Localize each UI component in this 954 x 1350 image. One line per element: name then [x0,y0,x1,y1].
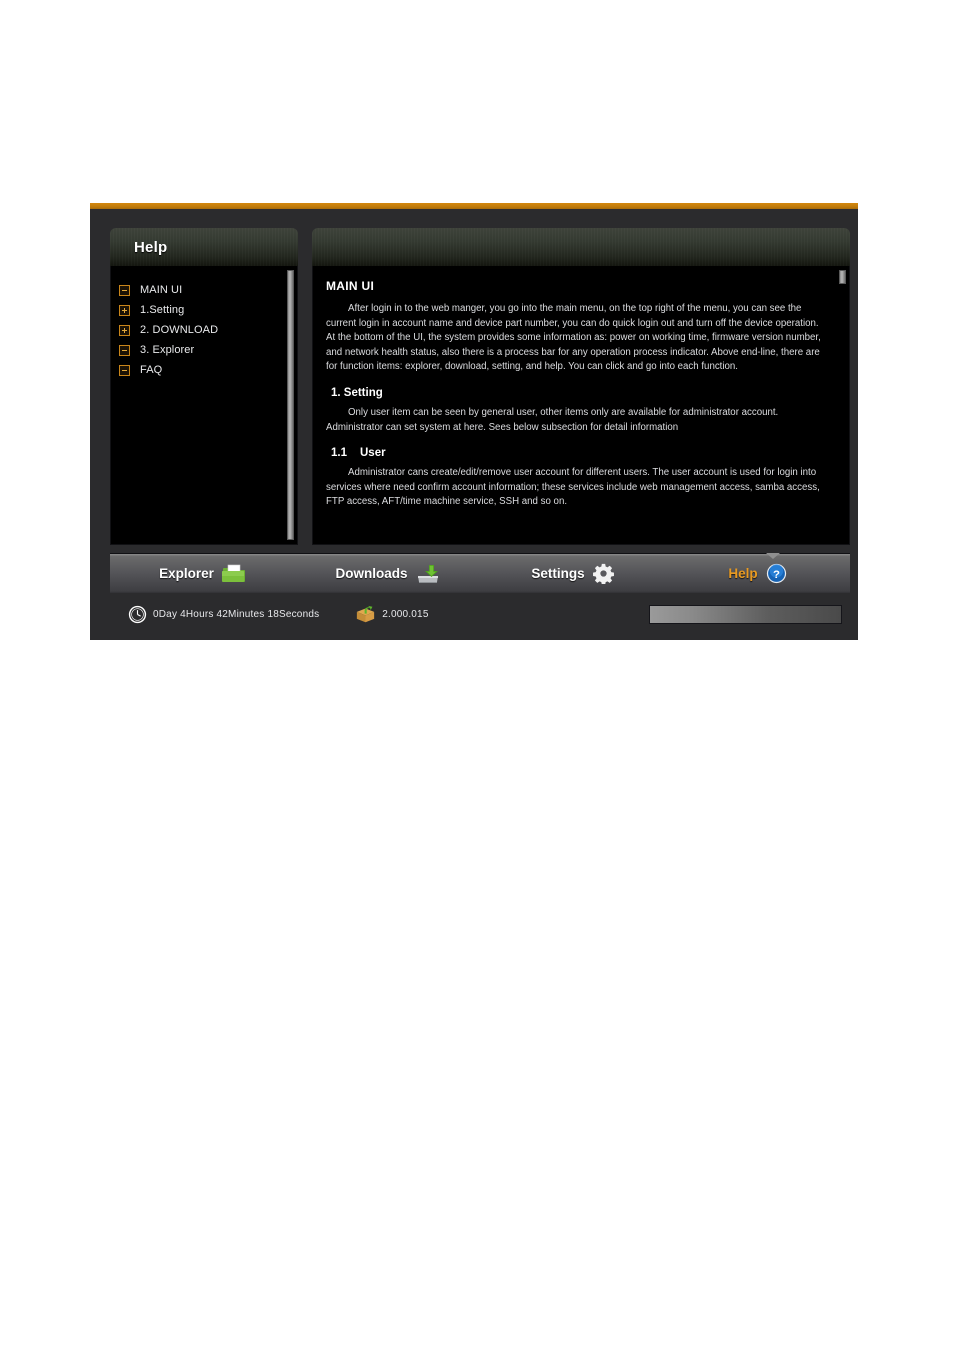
package-box-icon [355,605,376,624]
nav-tab-label: Explorer [159,566,214,581]
nav-panel-scrollbar[interactable] [287,270,294,540]
svg-text:?: ? [773,569,780,581]
title-accent-bar [90,203,858,209]
firmware-version-status: 2.000.015 [355,605,428,624]
nav-panel-header: Help [110,228,298,266]
tree-item-setting[interactable]: 1.Setting [119,300,297,320]
minus-box-icon[interactable] [119,344,130,356]
doc-paragraph-main-ui: After login in to the web manger, you go… [326,303,821,373]
tree-item-label: 2. DOWNLOAD [140,324,219,336]
download-drive-icon [416,564,440,584]
nav-tab-label: Downloads [335,566,408,581]
bottom-navigation-bar: Explorer Downloads Settings Help ? [110,553,850,593]
tree-item-label: 1.Setting [140,304,185,316]
nav-tab-explorer[interactable]: Explorer [110,554,295,593]
scrollbar-thumb[interactable] [287,270,294,540]
panels-container: Help MAIN UI 1.Setting 2. DOWNLOAD 3. Ex… [110,228,850,545]
content-panel-body: MAIN UI After login in to the web manger… [312,266,850,545]
doc-paragraph-setting: Only user item can be seen by general us… [326,406,779,433]
doc-heading-user-number: 1.1 [331,447,347,460]
nav-tab-settings[interactable]: Settings [480,554,665,593]
nav-tab-downloads[interactable]: Downloads [295,554,480,593]
doc-heading-setting: 1. Setting [331,386,383,399]
scrollbar-thumb[interactable] [839,270,846,284]
help-topic-tree: MAIN UI 1.Setting 2. DOWNLOAD 3. Explore… [111,266,297,380]
tree-item-label: MAIN UI [140,284,183,296]
content-panel-header [312,228,850,266]
plus-box-icon[interactable] [119,304,130,316]
doc-heading-main-ui: MAIN UI [326,279,375,293]
tree-item-label: FAQ [140,364,163,376]
active-tab-pointer-icon [765,553,780,559]
help-document: MAIN UI After login in to the web manger… [313,266,849,510]
tree-item-main-ui[interactable]: MAIN UI [119,280,297,300]
clock-icon [128,605,147,624]
tree-item-download[interactable]: 2. DOWNLOAD [119,320,297,340]
tree-item-faq[interactable]: FAQ [119,360,297,380]
nav-panel-title: Help [134,238,168,256]
nav-tab-help[interactable]: Help ? [665,553,850,593]
application-window: Help MAIN UI 1.Setting 2. DOWNLOAD 3. Ex… [90,203,858,640]
nav-tab-label: Help [728,566,758,581]
uptime-status: 0Day 4Hours 42Minutes 18Seconds [128,605,319,624]
status-bar: 0Day 4Hours 42Minutes 18Seconds 2.000.01… [110,595,850,633]
nav-panel-body: MAIN UI 1.Setting 2. DOWNLOAD 3. Explore… [110,266,298,545]
plus-box-icon[interactable] [119,324,130,336]
folder-icon [221,564,246,584]
help-content-panel: MAIN UI After login in to the web manger… [312,228,850,545]
gear-icon [592,563,614,584]
tree-item-label: 3. Explorer [140,344,195,356]
doc-heading-user: 1.1 User [331,447,823,459]
nav-tab-label: Settings [531,566,585,581]
uptime-text: 0Day 4Hours 42Minutes 18Seconds [153,608,320,620]
doc-paragraph-user: Administrator cans create/edit/remove us… [326,467,820,508]
firmware-version-text: 2.000.015 [382,608,429,620]
minus-box-icon[interactable] [119,284,130,296]
help-circle-icon: ? [766,563,787,584]
progress-bar [649,604,842,624]
tree-item-explorer[interactable]: 3. Explorer [119,340,297,360]
minus-box-icon[interactable] [119,364,130,376]
doc-heading-user-text: User [360,447,386,460]
content-panel-scrollbar[interactable] [839,270,846,540]
help-navigation-panel: Help MAIN UI 1.Setting 2. DOWNLOAD 3. Ex… [110,228,298,545]
